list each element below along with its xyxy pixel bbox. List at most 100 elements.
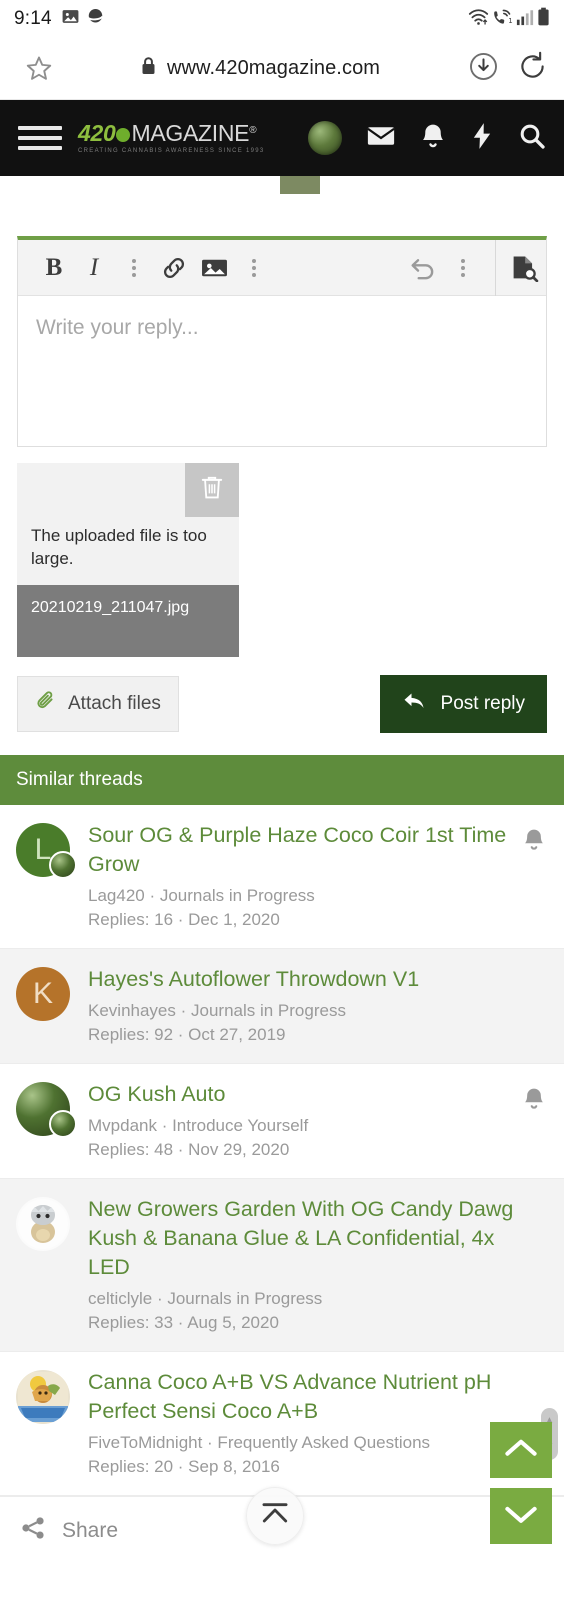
reload-icon[interactable]	[517, 51, 548, 87]
preview-button[interactable]	[504, 246, 544, 290]
editor-toolbar: B I	[18, 239, 546, 296]
vertical-dots-icon	[461, 258, 465, 277]
watch-bell-icon[interactable]	[522, 1086, 546, 1117]
app-icon	[86, 7, 105, 31]
share-label: Share	[62, 1519, 119, 1543]
thread-stats: Replies: 20 · Sep 8, 2016	[88, 1457, 280, 1477]
reply-editor-wrap: B I Write your reply...	[0, 236, 564, 447]
thread-meta: celticlyle · Journals in Progress	[88, 1288, 323, 1308]
insert-link-button[interactable]	[154, 246, 194, 290]
signal-bars-icon	[516, 8, 534, 31]
italic-button[interactable]: I	[74, 246, 114, 290]
user-avatar[interactable]	[308, 121, 342, 155]
avatar-wrap	[16, 1368, 88, 1477]
page-nav-pad	[490, 1422, 552, 1554]
android-status-bar: 9:14 1	[0, 0, 564, 38]
thread-meta: Mvpdank · Introduce Yourself	[88, 1115, 309, 1135]
toolbar-divider	[495, 239, 496, 296]
registered-mark: ®	[249, 125, 257, 136]
thread-title[interactable]: New Growers Garden With OG Candy Dawg Ku…	[88, 1195, 514, 1282]
attach-files-button[interactable]: Attach files	[17, 675, 179, 732]
lightning-icon[interactable]	[470, 122, 494, 155]
collapsed-section-tab[interactable]	[280, 176, 320, 194]
thread-row[interactable]: New Growers Garden With OG Candy Dawg Ku…	[0, 1178, 564, 1352]
thread-title[interactable]: OG Kush Auto	[88, 1080, 514, 1109]
svg-text:1: 1	[508, 17, 512, 25]
url-text: www.420magazine.com	[166, 57, 381, 79]
vertical-dots-icon	[252, 258, 256, 277]
thread-title[interactable]: Sour OG & Purple Haze Coco Coir 1st Time…	[88, 821, 514, 879]
lock-icon	[140, 56, 157, 81]
avatar-wrap: L	[16, 821, 88, 930]
chevron-down-icon	[504, 1502, 538, 1531]
logo-magazine-text: MAGAZINE	[131, 120, 250, 146]
thread-row[interactable]: OG Kush Auto Mvpdank · Introduce Yoursel…	[0, 1064, 564, 1179]
thread-row[interactable]: Canna Coco A+B VS Advance Nutrient pH Pe…	[0, 1352, 564, 1497]
site-logo[interactable]: 420 MAGAZINE ® CREATING CANNABIS AWARENESS…	[78, 120, 265, 155]
nav-down-button[interactable]	[490, 1488, 552, 1544]
bookmark-star-icon[interactable]	[16, 54, 62, 84]
avatar: K	[16, 966, 70, 1021]
image-icon	[61, 7, 80, 31]
thread-title[interactable]: Canna Coco A+B VS Advance Nutrient pH Pe…	[88, 1368, 514, 1426]
thread-row[interactable]: L Sour OG & Purple Haze Coco Coir 1st Ti…	[0, 805, 564, 949]
watch-bell-icon[interactable]	[522, 827, 546, 858]
post-reply-label: Post reply	[440, 692, 525, 714]
volte-call-icon: 1	[492, 8, 513, 31]
page-content: B I Write your reply... The uploaded fil…	[0, 176, 564, 1566]
avatar	[16, 1196, 70, 1251]
reply-editor: B I Write your reply...	[17, 236, 547, 447]
leaf-icon	[116, 128, 131, 142]
thread-meta: FiveToMidnight · Frequently Asked Questi…	[88, 1433, 431, 1453]
attachment-card: The uploaded file is too large. 20210219…	[17, 463, 239, 657]
attach-files-label: Attach files	[68, 692, 161, 714]
wifi-icon	[468, 8, 489, 31]
undo-button[interactable]	[403, 246, 443, 290]
thread-stats: Replies: 33 · Aug 5, 2020	[88, 1312, 279, 1332]
browser-url-bar[interactable]: www.420magazine.com	[0, 38, 564, 100]
logo-tagline: CREATING CANNABIS AWARENESS SINCE 1993	[78, 148, 265, 154]
delete-attachment-button[interactable]	[185, 463, 239, 517]
thread-stats: Replies: 92 · Oct 27, 2019	[88, 1024, 286, 1044]
bold-button[interactable]: B	[34, 246, 74, 290]
scroll-to-top-icon	[259, 1500, 291, 1533]
site-header: 420 MAGAZINE ® CREATING CANNABIS AWARENESS…	[0, 100, 564, 176]
share-icon	[20, 1515, 46, 1547]
avatar-wrap: K	[16, 965, 88, 1045]
status-clock: 9:14	[14, 8, 52, 29]
trash-icon	[200, 475, 224, 506]
editor-actions-row: Attach files Post reply	[0, 657, 564, 755]
thread-row[interactable]: K Hayes's Autoflower Throwdown V1 Kevinh…	[0, 948, 564, 1064]
mail-icon[interactable]	[366, 121, 396, 156]
scroll-to-top-button[interactable]	[246, 1487, 304, 1545]
thread-meta: Kevinhayes · Journals in Progress	[88, 1000, 346, 1020]
reply-placeholder: Write your reply...	[36, 316, 199, 339]
similar-threads-header: Similar threads	[0, 754, 564, 805]
search-icon[interactable]	[518, 122, 546, 155]
avatar-overlay-icon	[49, 1109, 77, 1138]
insert-image-button[interactable]	[194, 246, 234, 290]
avatar-wrap	[16, 1195, 88, 1333]
chevron-up-icon	[504, 1436, 538, 1465]
paperclip-icon	[35, 690, 57, 718]
battery-icon	[537, 7, 550, 31]
avatar-wrap	[16, 1080, 88, 1160]
attachment-area: The uploaded file is too large. 20210219…	[0, 447, 564, 657]
avatar	[16, 1369, 70, 1424]
thread-stats: Replies: 16 · Dec 1, 2020	[88, 909, 280, 929]
reply-textarea[interactable]: Write your reply...	[18, 296, 546, 446]
download-icon[interactable]	[468, 51, 499, 87]
nav-up-button[interactable]	[490, 1422, 552, 1478]
thread-title[interactable]: Hayes's Autoflower Throwdown V1	[88, 965, 514, 994]
history-more-button[interactable]	[443, 246, 483, 290]
post-reply-button[interactable]: Post reply	[379, 674, 547, 733]
media-more-button[interactable]	[234, 246, 274, 290]
bell-icon[interactable]	[420, 122, 446, 155]
url-display[interactable]: www.420magazine.com	[62, 56, 458, 81]
vertical-dots-icon	[132, 258, 136, 277]
thread-meta: Lag420 · Journals in Progress	[88, 885, 315, 905]
hamburger-menu-icon[interactable]	[18, 126, 62, 150]
status-right-icons: 1	[468, 7, 550, 31]
text-more-button[interactable]	[114, 246, 154, 290]
similar-threads-list: L Sour OG & Purple Haze Coco Coir 1st Ti…	[0, 805, 564, 1497]
